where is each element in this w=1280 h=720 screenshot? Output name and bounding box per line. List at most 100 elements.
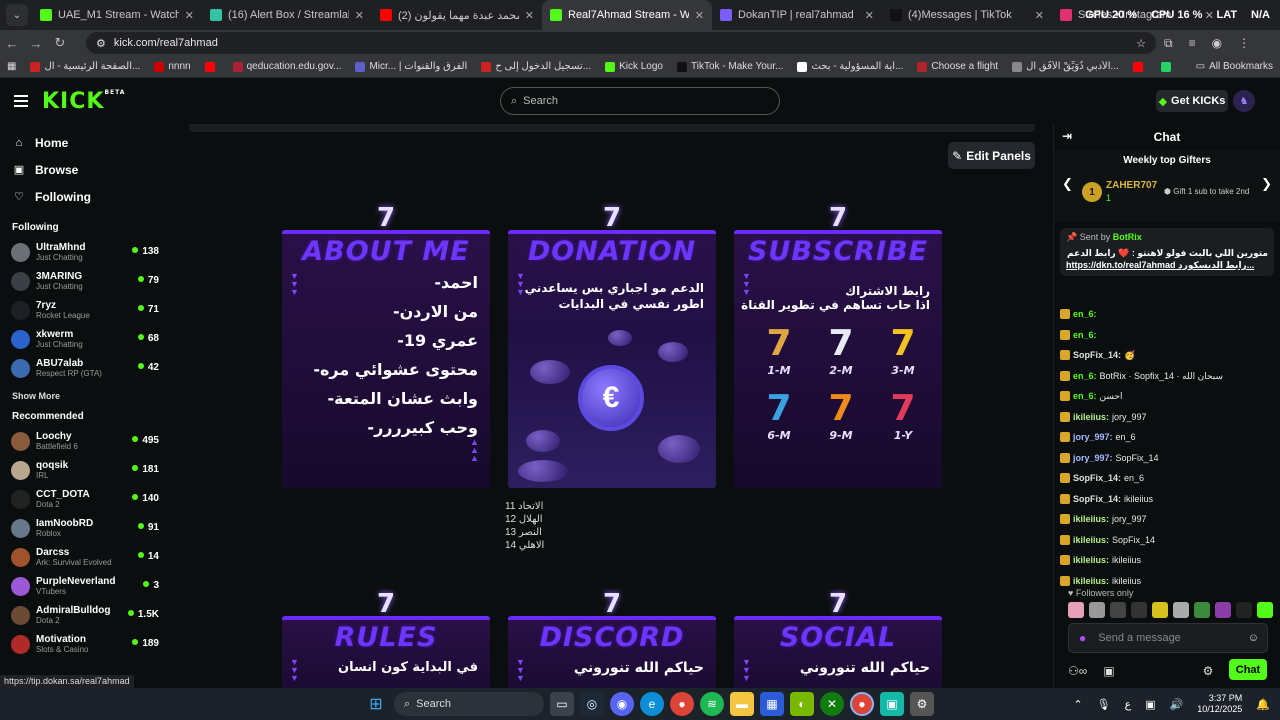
browser-tab[interactable]: محمد عبدة مهما يقولون (2) ✕: [372, 0, 542, 30]
mic-icon[interactable]: ●: [1079, 631, 1086, 645]
chat-username[interactable]: ikileiius:: [1073, 550, 1109, 571]
mic-tray-icon[interactable]: 🎙: [1097, 698, 1111, 711]
menu-icon[interactable]: [14, 95, 28, 107]
steam-icon[interactable]: ◎: [580, 692, 604, 716]
bookmark-item[interactable]: [198, 61, 226, 72]
settings-icon[interactable]: ⚙: [910, 692, 934, 716]
task-view-icon[interactable]: ▭: [550, 692, 574, 716]
channel-item[interactable]: Loochy Battlefield 6 495: [0, 427, 165, 456]
clock[interactable]: 3:37 PM 10/12/2025: [1197, 693, 1242, 715]
chat-username[interactable]: SopFix_14:: [1073, 468, 1121, 489]
chat-username[interactable]: jory_997:: [1073, 427, 1113, 448]
chat-message[interactable]: ikileiius: SopFix_14: [1060, 530, 1275, 551]
chat-username[interactable]: en_6:: [1073, 386, 1097, 407]
chat-message[interactable]: SopFix_14: 🥳: [1060, 345, 1275, 366]
emote-icon[interactable]: [1257, 602, 1273, 618]
channel-item[interactable]: Darcss Ark: Survival Evolved 14: [0, 543, 165, 572]
chevron-left-icon[interactable]: ❮: [1062, 176, 1073, 192]
notifications-icon[interactable]: 🔔: [1256, 698, 1270, 711]
chat-message[interactable]: ikileiius: jory_997: [1060, 407, 1275, 428]
chevron-right-icon[interactable]: ❯: [1261, 176, 1272, 192]
chrome-active-icon[interactable]: ●: [850, 692, 874, 716]
bookmark-item[interactable]: [1126, 61, 1154, 72]
site-info-icon[interactable]: ⚙: [96, 37, 106, 50]
windows-start-icon[interactable]: ⊞: [364, 692, 388, 716]
extensions-icon[interactable]: ⧉: [1164, 36, 1173, 51]
channel-item[interactable]: AdmiralBulldog Dota 2 1.5K: [0, 601, 165, 630]
panel-subscribe[interactable]: SUBSCRIBE ▼ ▼ ▼ رابط الاشتراك اذا حاب تساهم…: [734, 230, 942, 488]
xbox-icon[interactable]: ✕: [820, 692, 844, 716]
apps-icon[interactable]: ▦: [0, 61, 23, 72]
emote-icon[interactable]: [1194, 602, 1210, 618]
channel-item[interactable]: 7ryz Rocket League 71: [0, 296, 165, 325]
subscription-tier-badge[interactable]: 7 1-M: [748, 322, 810, 377]
app-icon[interactable]: ▣: [880, 692, 904, 716]
bookmark-item[interactable]: WhatsApp Web: [1154, 61, 1174, 72]
back-icon[interactable]: ←: [0, 36, 24, 51]
bookmark-item[interactable]: اية المسؤولية - بحث...: [790, 61, 910, 72]
channel-item[interactable]: 3MARING Just Chatting 79: [0, 267, 165, 296]
channel-item[interactable]: xkwerm Just Chatting 68: [0, 325, 165, 354]
reload-icon[interactable]: ↻: [48, 35, 72, 51]
chat-message[interactable]: SopFix_14: en_6: [1060, 468, 1275, 489]
channel-item[interactable]: IamNoobRD Roblox 91: [0, 514, 165, 543]
chat-settings-icon[interactable]: ⚙: [1203, 664, 1214, 678]
url-field[interactable]: ⚙ kick.com/real7ahmad ☆: [86, 32, 1156, 54]
chat-username[interactable]: ikileiius:: [1073, 407, 1109, 428]
tab-search-button[interactable]: ⌄: [6, 4, 28, 26]
channel-item[interactable]: qoqsik IRL 181: [0, 456, 165, 485]
pinned-link[interactable]: https://dkn.to/real7ahmad رابط الديسكورد…: [1066, 259, 1268, 271]
file-explorer-icon[interactable]: ▬: [730, 692, 754, 716]
chat-username[interactable]: ikileiius:: [1073, 509, 1109, 530]
channel-item[interactable]: PurpleNeverland VTubers 3: [0, 572, 165, 601]
network-icon[interactable]: ▣: [1145, 698, 1155, 711]
panel-social[interactable]: SOCIAL ▼ ▼ ▼ حياكم الله تنوروني: [734, 616, 942, 688]
collapse-chat-icon[interactable]: ⇥: [1062, 129, 1072, 143]
bookmark-item[interactable]: Kick Logo: [598, 61, 670, 72]
emote-icon[interactable]: [1131, 602, 1147, 618]
channel-item[interactable]: CCT_DOTA Dota 2 140: [0, 485, 165, 514]
panel-donation[interactable]: DONATION ▼ ▼ ▼ الدعم مو اجباري بس يساعدني ا…: [508, 230, 716, 488]
browser-menu-icon[interactable]: ⋮: [1238, 36, 1250, 51]
chat-username[interactable]: ikileiius:: [1073, 530, 1109, 551]
sidebar-item-following[interactable]: ♡ Following: [0, 183, 165, 210]
forward-icon[interactable]: →: [24, 36, 48, 51]
emote-icon[interactable]: [1152, 602, 1168, 618]
chrome-icon[interactable]: ●: [670, 692, 694, 716]
all-bookmarks[interactable]: ▭ All Bookmarks: [1189, 61, 1280, 72]
channel-item[interactable]: UltraMhnd Just Chatting 138: [0, 238, 165, 267]
chat-message[interactable]: jory_997: en_6: [1060, 427, 1275, 448]
sidebar-item-browse[interactable]: ▣ Browse: [0, 156, 165, 183]
edge-icon[interactable]: e: [640, 692, 664, 716]
panel-rules[interactable]: RULES ▼ ▼ ▼ في البداية كون انسان: [282, 616, 490, 688]
browser-tab[interactable]: Real7Ahmad Stream - Watch Li ✕: [542, 0, 712, 30]
panel-discord[interactable]: DISCORD ▼ ▼ ▼ حياكم الله تنوروني: [508, 616, 716, 688]
chat-username[interactable]: jory_997:: [1073, 448, 1113, 469]
bookmark-star-icon[interactable]: ☆: [1136, 37, 1146, 50]
show-more-link[interactable]: Show More: [0, 383, 165, 405]
emote-icon[interactable]: [1236, 602, 1252, 618]
emote-icon[interactable]: [1089, 602, 1105, 618]
emote-icon[interactable]: [1173, 602, 1189, 618]
sidebar-item-home[interactable]: ⌂ Home: [0, 129, 165, 156]
store-icon[interactable]: ▦: [760, 692, 784, 716]
discord-icon[interactable]: ◉: [610, 692, 634, 716]
get-kicks-button[interactable]: ◆ Get KICKs: [1156, 90, 1228, 112]
taskbar-search[interactable]: ⌕ Search: [394, 692, 544, 716]
tray-overflow-icon[interactable]: ⌃: [1073, 698, 1082, 711]
bookmark-item[interactable]: TikTok - Make Your...: [670, 61, 790, 72]
browser-tab[interactable]: (4)Messages | TikTok ✕: [882, 0, 1052, 30]
chat-message[interactable]: en_6:: [1060, 325, 1275, 346]
chat-username[interactable]: en_6:: [1073, 325, 1097, 346]
chat-message[interactable]: ikileiius: ikileiius: [1060, 550, 1275, 571]
chat-message[interactable]: ikileiius: jory_997: [1060, 509, 1275, 530]
bookmark-item[interactable]: qeducation.edu.gov...: [226, 61, 349, 72]
chat-username[interactable]: SopFix_14:: [1073, 345, 1121, 366]
tab-close-icon[interactable]: ✕: [695, 9, 704, 22]
subscription-tier-badge[interactable]: 7 6-M: [748, 387, 810, 442]
tab-close-icon[interactable]: ✕: [185, 9, 194, 22]
chat-message[interactable]: SopFix_14: ikileiius: [1060, 489, 1275, 510]
chat-username[interactable]: SopFix_14:: [1073, 489, 1121, 510]
chat-username[interactable]: en_6:: [1073, 304, 1097, 325]
browser-tab[interactable]: (16) Alert Box / Streamlabs ✕: [202, 0, 372, 30]
